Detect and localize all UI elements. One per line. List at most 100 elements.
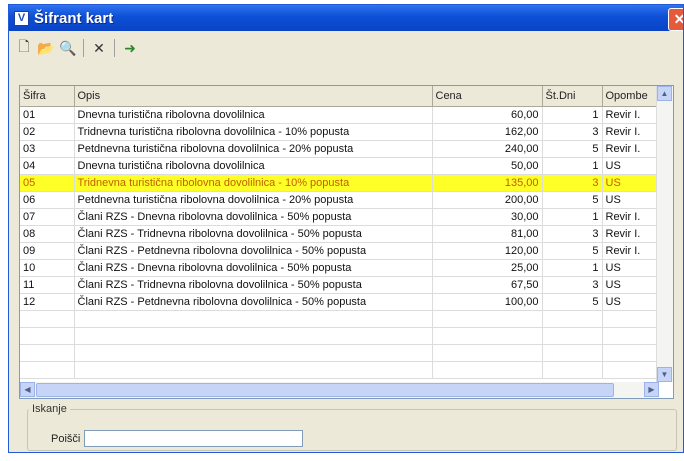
scroll-down-icon[interactable]: ▼ bbox=[657, 367, 672, 382]
column-header-opombe[interactable]: Opombe bbox=[602, 86, 660, 107]
table-cell: 02 bbox=[20, 123, 75, 141]
table-cell: Dnevna turistična ribolovna dovolilnica bbox=[74, 106, 433, 124]
title-bar[interactable]: V Šifrant kart ✕ bbox=[9, 5, 683, 31]
table-cell: 1 bbox=[542, 208, 603, 226]
scroll-thumb[interactable] bbox=[36, 383, 614, 397]
table-cell: 07 bbox=[20, 208, 75, 226]
table-cell: Revir I. bbox=[602, 106, 660, 124]
print-preview-icon[interactable]: 🔍 bbox=[57, 37, 79, 59]
table-cell: 5 bbox=[542, 293, 603, 311]
table-cell: 04 bbox=[20, 157, 75, 175]
table-row[interactable]: 08 Člani RZS - Tridnevna ribolovna dovoli… bbox=[20, 225, 660, 243]
table-cell: 162,00 bbox=[432, 123, 543, 141]
vertical-scrollbar[interactable]: ▲ ▼ bbox=[656, 86, 673, 382]
table-cell: 30,00 bbox=[432, 208, 543, 226]
table-cell bbox=[432, 310, 543, 328]
table-cell: Člani RZS - Tridnevna ribolovna dovoliln… bbox=[74, 276, 433, 294]
table-row[interactable] bbox=[20, 361, 660, 379]
table-cell: 67,50 bbox=[432, 276, 543, 294]
table-cell: US bbox=[602, 293, 660, 311]
table-row[interactable] bbox=[20, 344, 660, 362]
table-cell: Revir I. bbox=[602, 123, 660, 141]
table-row[interactable] bbox=[20, 310, 660, 328]
table-cell: 120,00 bbox=[432, 242, 543, 260]
scroll-right-icon[interactable]: ▶ bbox=[644, 382, 659, 397]
column-header-st-dni[interactable]: Št.Dni bbox=[542, 86, 603, 107]
table-row[interactable]: 04 Dnevna turistična ribolovna dovolilnic… bbox=[20, 157, 660, 175]
table-cell bbox=[432, 327, 543, 345]
table-cell: US bbox=[602, 157, 660, 175]
table-row[interactable]: 01 Dnevna turistična ribolovna dovolilnic… bbox=[20, 106, 660, 124]
table-cell: Člani RZS - Tridnevna ribolovna dovoliln… bbox=[74, 225, 433, 243]
table-cell: Člani RZS - Petdnevna ribolovna dovoliln… bbox=[74, 293, 433, 311]
table-cell: 01 bbox=[20, 106, 75, 124]
delete-icon[interactable]: ✕ bbox=[88, 37, 110, 59]
table-cell: 3 bbox=[542, 174, 603, 192]
table-cell: 81,00 bbox=[432, 225, 543, 243]
table-cell: 50,00 bbox=[432, 157, 543, 175]
table-row[interactable]: 05 Tridnevna turistična ribolovna dovolil… bbox=[20, 174, 660, 192]
table-cell bbox=[542, 361, 603, 379]
table-cell: 3 bbox=[542, 123, 603, 141]
table-cell: Revir I. bbox=[602, 225, 660, 243]
table-row[interactable]: 02 Tridnevna turistična ribolovna dovolil… bbox=[20, 123, 660, 141]
table-cell: Tridnevna turistična ribolovna dovolilni… bbox=[74, 123, 433, 141]
column-header-cena[interactable]: Cena bbox=[432, 86, 543, 107]
table-cell: 3 bbox=[542, 225, 603, 243]
table-cell: Revir I. bbox=[602, 208, 660, 226]
scroll-up-icon[interactable]: ▲ bbox=[657, 86, 672, 101]
table-row[interactable]: 09 Člani RZS - Petdnevna ribolovna dovoli… bbox=[20, 242, 660, 260]
table-row[interactable]: 06 Petdnevna turistična ribolovna dovolil… bbox=[20, 191, 660, 209]
table-cell: 1 bbox=[542, 106, 603, 124]
open-folder-icon[interactable]: 📂 bbox=[35, 37, 57, 59]
search-label: Poišči bbox=[51, 433, 81, 445]
close-button[interactable]: ✕ bbox=[668, 8, 683, 31]
toolbar-separator bbox=[83, 39, 84, 57]
table-cell: 60,00 bbox=[432, 106, 543, 124]
table-cell: Člani RZS - Petdnevna ribolovna dovoliln… bbox=[74, 242, 433, 260]
table-cell: 11 bbox=[20, 276, 75, 294]
table-cell bbox=[542, 327, 603, 345]
table-cell bbox=[602, 310, 660, 328]
table-cell: 5 bbox=[542, 242, 603, 260]
table-cell: Tridnevna turistična ribolovna dovolilni… bbox=[74, 174, 433, 192]
search-input[interactable] bbox=[84, 430, 303, 447]
scroll-left-icon[interactable]: ◀ bbox=[20, 382, 35, 397]
table-cell: Člani RZS - Dnevna ribolovna dovolilnica… bbox=[74, 259, 433, 277]
table-cell: US bbox=[602, 191, 660, 209]
app-icon: V bbox=[14, 10, 29, 26]
table-cell: 100,00 bbox=[432, 293, 543, 311]
table-cell: 1 bbox=[542, 157, 603, 175]
exit-icon[interactable]: ➜ bbox=[119, 37, 141, 59]
table-row[interactable]: 10 Člani RZS - Dnevna ribolovna dovolilni… bbox=[20, 259, 660, 277]
data-grid[interactable]: Šifra Opis Cena Št.Dni Opombe 01 Dnevna t… bbox=[19, 85, 674, 399]
table-row[interactable]: 11 Člani RZS - Tridnevna ribolovna dovoli… bbox=[20, 276, 660, 294]
table-row[interactable]: 03 Petdnevna turistična ribolovna dovolil… bbox=[20, 140, 660, 158]
table-cell bbox=[602, 344, 660, 362]
column-header-opis[interactable]: Opis bbox=[74, 86, 433, 107]
table-row[interactable] bbox=[20, 327, 660, 345]
table-row[interactable]: 12 Člani RZS - Petdnevna ribolovna dovoli… bbox=[20, 293, 660, 311]
new-record-icon[interactable]: 🗋 bbox=[13, 37, 35, 59]
table-cell bbox=[432, 344, 543, 362]
table-cell: US bbox=[602, 174, 660, 192]
table-cell: 09 bbox=[20, 242, 75, 260]
app-window: V Šifrant kart ✕ 🗋 📂 🔍 ✕ ➜ Šifra Opis Ce… bbox=[8, 4, 684, 453]
table-cell: 06 bbox=[20, 191, 75, 209]
toolbar-separator bbox=[114, 39, 115, 57]
horizontal-scrollbar[interactable]: ◀ ▶ bbox=[20, 382, 659, 398]
table-cell bbox=[74, 327, 433, 345]
table-cell: 240,00 bbox=[432, 140, 543, 158]
table-cell bbox=[74, 361, 433, 379]
search-group-label: Iskanje bbox=[29, 403, 70, 415]
table-cell: Revir I. bbox=[602, 140, 660, 158]
table-cell: US bbox=[602, 276, 660, 294]
column-header-sifra[interactable]: Šifra bbox=[20, 86, 75, 107]
table-row[interactable]: 07 Člani RZS - Dnevna ribolovna dovolilni… bbox=[20, 208, 660, 226]
table-cell: 10 bbox=[20, 259, 75, 277]
table-cell bbox=[602, 361, 660, 379]
table-cell bbox=[20, 361, 75, 379]
table-cell: 5 bbox=[542, 140, 603, 158]
table-cell bbox=[74, 310, 433, 328]
table-cell: Petdnevna turistična ribolovna dovolilni… bbox=[74, 140, 433, 158]
